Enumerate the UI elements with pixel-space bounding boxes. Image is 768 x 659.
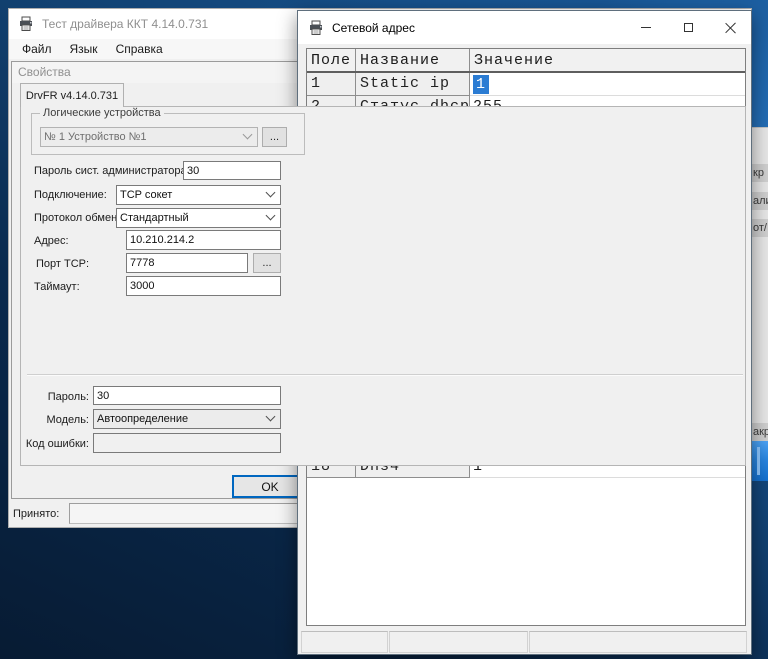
device-select[interactable]: № 1 Устройство №1 [40, 127, 258, 147]
statusbar-panel [529, 631, 747, 653]
chevron-down-icon [266, 211, 276, 221]
background-button-fragment: от/ [752, 219, 768, 237]
close-button[interactable] [709, 11, 751, 44]
cell-field-number[interactable]: 1 [307, 73, 356, 96]
model-select[interactable]: Автоопределение [93, 409, 281, 429]
dialog-statusbar [301, 631, 748, 653]
selected-cell-value[interactable]: 1 [473, 75, 489, 94]
chevron-down-icon [266, 188, 276, 198]
minimize-icon [641, 27, 651, 28]
password-field[interactable]: 30 [93, 386, 281, 405]
connection-label: Подключение: [34, 189, 107, 201]
grid-empty-area [307, 478, 745, 625]
cell-field-name[interactable]: Static ip [356, 73, 470, 96]
properties-window: Свойства DrvFR v4.14.0.731 Логические ус… [11, 61, 751, 499]
maximize-button[interactable] [667, 11, 709, 44]
protocol-label: Протокол обмена: [34, 212, 126, 224]
logical-devices-group: Логические устройства № 1 Устройство №1 … [31, 113, 305, 155]
tab-page: Логические устройства № 1 Устройство №1 … [20, 106, 746, 466]
column-header-value: Значение [470, 49, 745, 71]
error-code-label: Код ошибки: [21, 438, 89, 450]
close-icon [725, 22, 736, 33]
menu-item[interactable]: Файл [13, 40, 61, 58]
background-blue-element [752, 441, 768, 481]
tab-drvfr[interactable]: DrvFR v4.14.0.731 [20, 83, 124, 107]
background-button-fragment: кр [752, 164, 768, 182]
tcp-port-label: Порт TCP: [36, 258, 89, 270]
printer-icon [18, 16, 34, 32]
admin-password-label: Пароль сист. администратора: [34, 165, 190, 177]
address-field[interactable]: 10.210.214.2 [126, 230, 281, 250]
table-header: Поле Название Значение [307, 49, 745, 73]
main-window-title: Тест драйвера ККТ 4.14.0.731 [42, 17, 208, 31]
protocol-select[interactable]: Стандартный [116, 208, 281, 228]
tcp-port-field[interactable]: 7778 [126, 253, 248, 273]
address-label: Адрес: [34, 235, 69, 247]
status-label: Принято: [13, 508, 59, 520]
logical-devices-label: Логические устройства [40, 107, 164, 119]
printer-icon [308, 20, 324, 36]
error-code-field [93, 433, 281, 453]
timeout-label: Таймаут: [34, 281, 80, 293]
statusbar-panel [301, 631, 388, 653]
dialog-titlebar: Сетевой адрес [298, 11, 751, 44]
admin-password-field[interactable]: 30 [183, 161, 281, 180]
column-header-name: Название [356, 49, 470, 71]
timeout-field[interactable]: 3000 [126, 276, 281, 296]
minimize-button[interactable] [625, 11, 667, 44]
section-divider [27, 374, 743, 376]
password-label: Пароль: [21, 391, 89, 403]
maximize-icon [684, 23, 693, 32]
column-header-field: Поле [307, 49, 356, 71]
background-button-fragment: акр [752, 423, 768, 441]
background-window-fragment: кр али от/ акр [752, 127, 768, 480]
dialog-title: Сетевой адрес [332, 21, 415, 35]
table-row: 1Static ip1 [307, 73, 745, 96]
tcp-port-browse-button[interactable]: ... [253, 253, 281, 273]
statusbar-panel [389, 631, 528, 653]
chevron-down-icon [266, 412, 276, 422]
device-browse-button[interactable]: ... [262, 127, 287, 147]
background-button-fragment: али [752, 192, 768, 210]
model-label: Модель: [21, 414, 89, 426]
cell-field-value[interactable]: 1 [470, 73, 745, 96]
menu-item[interactable]: Справка [107, 40, 172, 58]
chevron-down-icon [243, 130, 253, 140]
menu-item[interactable]: Язык [61, 40, 107, 58]
connection-select[interactable]: TCP сокет [116, 185, 281, 205]
